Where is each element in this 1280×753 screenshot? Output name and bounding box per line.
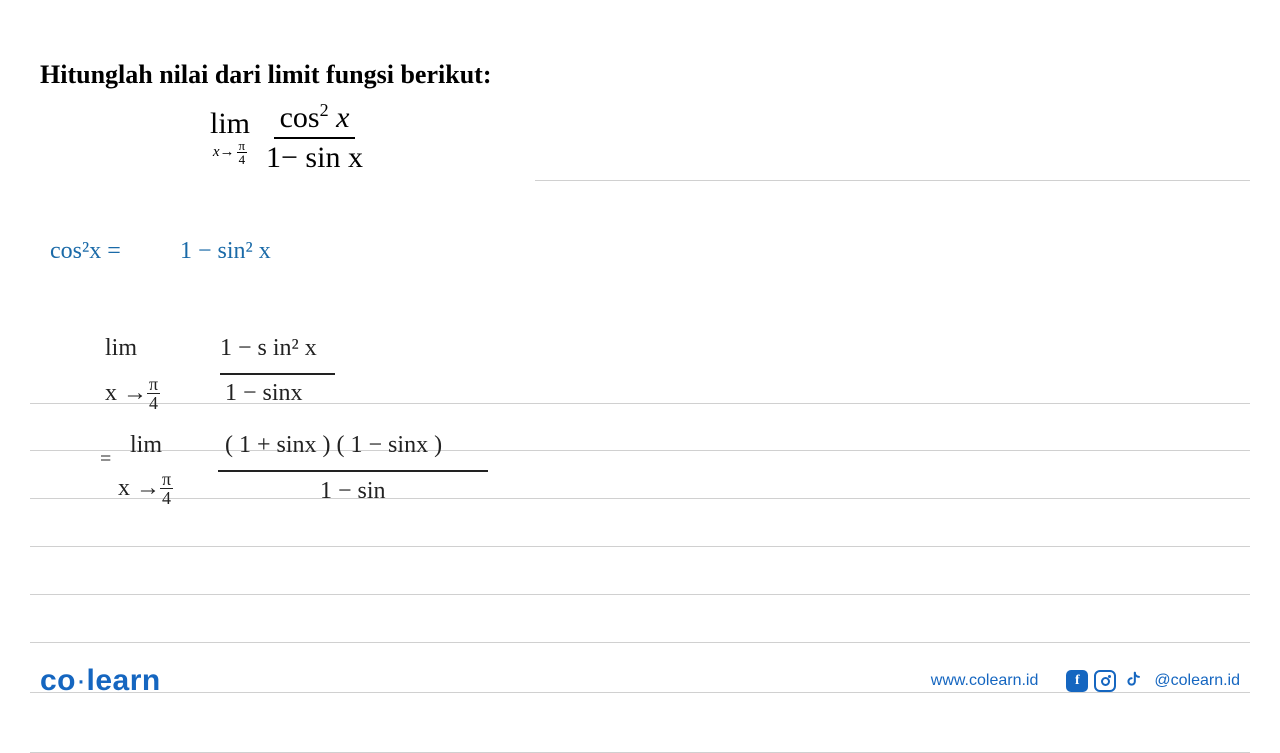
lim-text: lim	[210, 109, 250, 139]
rule-line	[30, 594, 1250, 595]
hw-step1-approach: x → π 4	[105, 375, 160, 412]
hw-step2-fracline	[218, 470, 488, 472]
sq-sup: 2	[320, 100, 329, 120]
tiktok-icon[interactable]	[1122, 670, 1144, 692]
main-fraction: cos2 x 1− sin x	[260, 100, 369, 175]
num-var: x	[329, 101, 350, 134]
hw-step1-lim: lim	[105, 335, 137, 362]
social-icons: f @colearn.id	[1066, 670, 1240, 692]
hw-step1-d: 4	[147, 394, 160, 412]
footer: co·learn www.colearn.id f @colearn.id	[0, 664, 1280, 698]
page-title: Hitunglah nilai dari limit fungsi beriku…	[40, 60, 1240, 90]
rule-line	[30, 403, 1250, 404]
hw-step2-d: 4	[160, 489, 173, 507]
hw-step1-fracline	[220, 373, 335, 375]
hw-step1-approach-var: x →	[105, 380, 147, 407]
hw-step2-den: 1 − sin	[320, 478, 386, 505]
lim-operator: lim x→ π 4	[210, 109, 250, 166]
rule-line	[30, 546, 1250, 547]
hw-identity-right: 1 − sin² x	[180, 238, 271, 265]
cos-text: cos	[280, 101, 320, 134]
rule-line	[30, 642, 1250, 643]
social-handle[interactable]: @colearn.id	[1154, 672, 1240, 690]
rule-line	[30, 450, 1250, 451]
limit-formula: lim x→ π 4 cos2 x 1− sin x	[210, 100, 1240, 175]
website-link[interactable]: www.colearn.id	[931, 672, 1039, 690]
logo-co: co	[40, 664, 76, 697]
logo-dot: ·	[76, 664, 87, 697]
hw-identity-left: cos²x =	[50, 238, 121, 265]
hw-step1-den: 1 − sinx	[225, 380, 303, 407]
hw-step2-pi4: π 4	[160, 470, 173, 507]
hw-step1-num: 1 − s in² x	[220, 335, 317, 362]
hw-step1-pi4: π 4	[147, 375, 160, 412]
hw-step2-approach: x → π 4	[118, 470, 173, 507]
logo-learn: learn	[87, 664, 161, 697]
hw-step2-n: π	[160, 470, 173, 489]
hw-step2-eq: =	[100, 448, 111, 471]
hw-step2-approach-var: x →	[118, 475, 160, 502]
hw-step1-n: π	[147, 375, 160, 394]
frac-num: π	[237, 139, 248, 153]
hw-step2-lim: lim	[130, 432, 162, 459]
denominator: 1− sin x	[260, 139, 369, 175]
facebook-icon[interactable]: f	[1066, 670, 1088, 692]
numerator: cos2 x	[274, 100, 356, 139]
approach-var: x→	[213, 145, 235, 160]
pi-over-4: π 4	[237, 139, 248, 166]
den-text: 1− sin x	[266, 141, 363, 174]
hw-step2-num: ( 1 + sinx ) ( 1 − sinx )	[225, 432, 442, 459]
instagram-icon[interactable]	[1094, 670, 1116, 692]
rule-line	[535, 180, 1250, 181]
logo: co·learn	[40, 664, 161, 698]
rule-line	[30, 498, 1250, 499]
lim-approach: x→ π 4	[213, 139, 247, 166]
frac-den: 4	[237, 153, 248, 166]
